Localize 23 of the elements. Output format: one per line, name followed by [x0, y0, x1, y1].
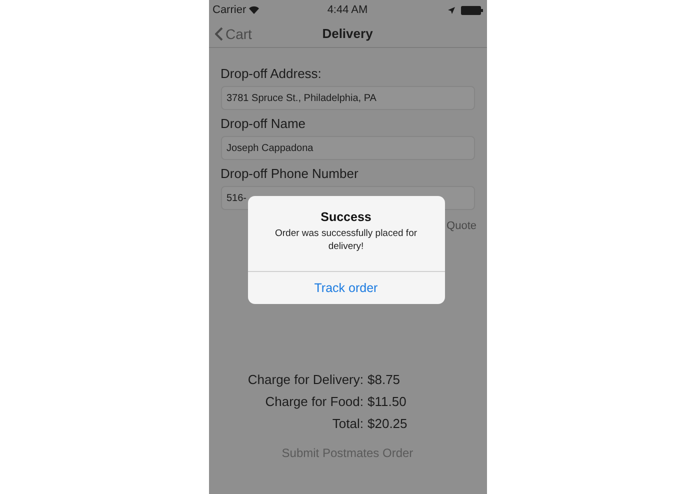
- charge-amount: $20.25: [368, 416, 408, 431]
- field-label: Drop-off Phone Number: [220, 166, 360, 181]
- charge-label: Total:: [331, 416, 364, 431]
- field-label: Drop-off Name: [220, 116, 307, 131]
- location-icon: [448, 6, 454, 14]
- screen-title: Delivery: [322, 26, 373, 41]
- field-label: Drop-off Address:: [220, 66, 322, 81]
- charge-amount: $8.75: [368, 372, 402, 387]
- back-button[interactable]: Cart: [214, 26, 252, 42]
- charge-amount: $11.50: [368, 394, 408, 409]
- carrier-label: Carrier: [212, 4, 246, 16]
- status-time: 4:44 AM: [327, 4, 368, 16]
- charge-label: Charge for Delivery:: [246, 372, 364, 387]
- alert-title: Success: [320, 210, 372, 224]
- wifi-icon: [249, 6, 260, 14]
- alert-message: Order was successfully placed for delivery!: [274, 227, 418, 253]
- chevron-left-icon: [214, 26, 222, 40]
- battery-icon: [460, 6, 482, 14]
- input-field[interactable]: 3781 Spruce St., Philadelphia, PA: [220, 86, 474, 110]
- quote-button[interactable]: Quote: [446, 220, 476, 232]
- input-field[interactable]: Joseph Cappadona: [220, 136, 474, 160]
- charge-label: Charge for Food:: [264, 394, 364, 409]
- track-order-button[interactable]: Track order: [308, 272, 384, 304]
